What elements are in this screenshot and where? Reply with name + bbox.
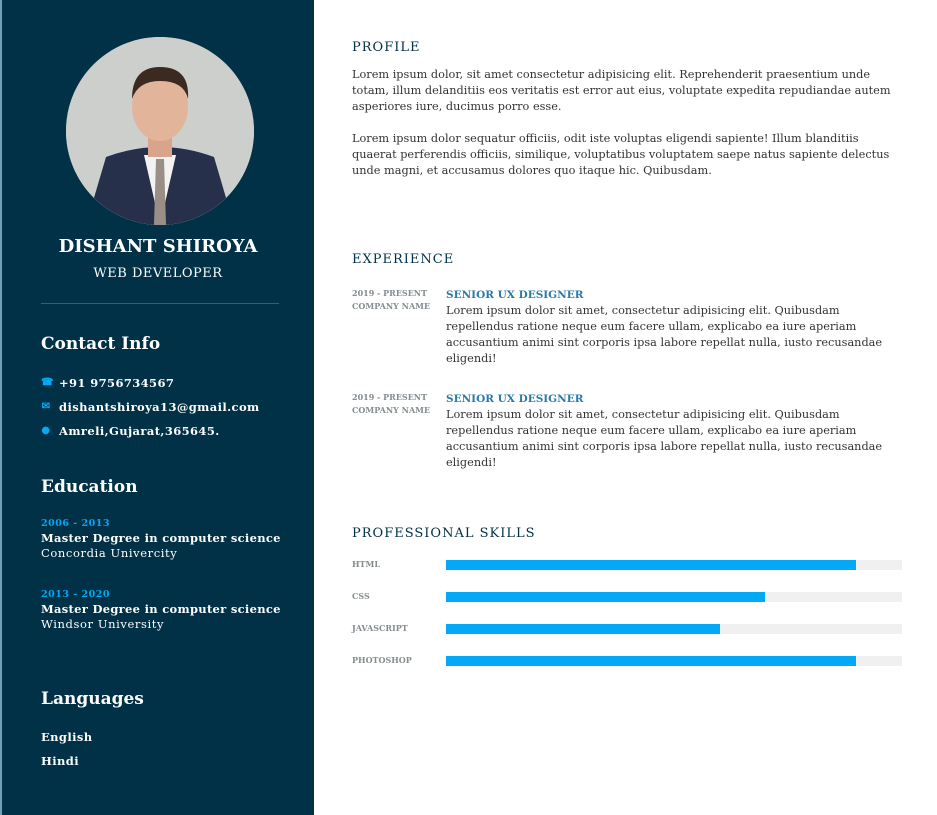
- experience-company: COMPANY NAME: [352, 405, 431, 415]
- experience-desc: Lorem ipsum dolor sit amet, consectetur …: [446, 408, 883, 469]
- person-name: DISHANT SHIROYA: [58, 236, 258, 257]
- education-item: 2006 - 2013 Master Degree in computer sc…: [41, 516, 281, 561]
- skills-title: PROFESSIONAL SKILLS: [352, 526, 536, 541]
- skill-bar-track: [446, 592, 902, 602]
- skill-bar-fill: [446, 592, 766, 602]
- experience-job: SENIOR UX DESIGNER: [446, 393, 584, 405]
- job-role: WEB DEVELOPER: [93, 266, 223, 281]
- skill-item: CSS: [352, 591, 904, 603]
- profile-paragraph: Lorem ipsum dolor, sit amet consectetur …: [352, 68, 891, 113]
- education-school: Concordia Univercity: [41, 546, 178, 560]
- location-icon: ●: [41, 425, 51, 436]
- skill-bar-track: [446, 624, 902, 634]
- language-item: Hindi: [41, 754, 80, 768]
- education-degree: Master Degree in computer science: [41, 531, 281, 545]
- language-item: English: [41, 730, 93, 744]
- profile-photo: [66, 37, 254, 225]
- skill-name: HTML: [352, 559, 380, 569]
- education-degree: Master Degree in computer science: [41, 602, 281, 616]
- education-item: 2013 - 2020 Master Degree in computer sc…: [41, 587, 281, 632]
- sidebar: DISHANT SHIROYA WEB DEVELOPER Contact In…: [0, 0, 314, 815]
- contact-address: ● Amreli,Gujarat,365645.: [41, 424, 220, 438]
- skill-item: PHOTOSHOP: [352, 655, 904, 667]
- skill-item: HTML: [352, 559, 904, 571]
- education-years: 2006 - 2013: [41, 518, 110, 529]
- contact-email[interactable]: ✉ dishantshiroya13@gmail.com: [41, 400, 260, 414]
- profile-paragraph: Lorem ipsum dolor sequatur officiis, odi…: [352, 132, 890, 177]
- phone-text: +91 9756734567: [59, 376, 175, 390]
- mail-icon: ✉: [41, 401, 51, 412]
- skill-bar-track: [446, 656, 902, 666]
- skill-name: PHOTOSHOP: [352, 655, 412, 665]
- skill-bar-fill: [446, 656, 857, 666]
- experience-period: 2019 - PRESENT: [352, 288, 428, 298]
- skill-bar-track: [446, 560, 902, 570]
- education-school: Windsor University: [41, 617, 165, 631]
- skill-bar-fill: [446, 560, 857, 570]
- experience-title: EXPERIENCE: [352, 252, 455, 267]
- skill-name: JAVASCRIPT: [352, 623, 408, 633]
- experience-period: 2019 - PRESENT: [352, 392, 428, 402]
- experience-job: SENIOR UX DESIGNER: [446, 289, 584, 301]
- contact-title: Contact Info: [41, 334, 161, 354]
- education-title: Education: [41, 477, 138, 497]
- experience-desc: Lorem ipsum dolor sit amet, consectetur …: [446, 304, 883, 365]
- divider: [41, 303, 279, 304]
- skill-bar-fill: [446, 624, 720, 634]
- email-text: dishantshiroya13@gmail.com: [59, 400, 260, 414]
- education-years: 2013 - 2020: [41, 589, 110, 600]
- phone-icon: ☎: [41, 377, 54, 388]
- profile-title: PROFILE: [352, 40, 421, 55]
- experience-company: COMPANY NAME: [352, 301, 431, 311]
- languages-title: Languages: [41, 689, 144, 709]
- skill-name: CSS: [352, 591, 370, 601]
- skill-item: JAVASCRIPT: [352, 623, 904, 635]
- contact-phone[interactable]: ☎ +91 9756734567: [41, 376, 174, 390]
- address-text: Amreli,Gujarat,365645.: [59, 424, 220, 438]
